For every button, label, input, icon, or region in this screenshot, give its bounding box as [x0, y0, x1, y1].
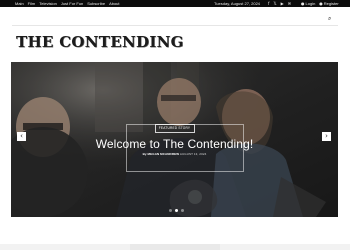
site-logo[interactable]: THE CONTENDING: [16, 33, 184, 51]
hero-title[interactable]: Welcome to The Contending!: [11, 137, 338, 151]
chevron-right-icon[interactable]: ›: [322, 132, 331, 141]
chevron-left-icon[interactable]: ‹: [17, 132, 26, 141]
social-links: f 𝕏 ▶ ✉: [268, 0, 291, 7]
nav-item-main[interactable]: Main: [15, 0, 24, 7]
facebook-icon[interactable]: f: [268, 0, 269, 7]
header-toolbar: ⌕: [0, 7, 350, 25]
carousel-dots: [169, 209, 184, 212]
header-divider: [12, 25, 338, 26]
register-label: Register: [323, 1, 339, 6]
nav-item-television[interactable]: Television: [39, 0, 57, 7]
nav-item-subscribe[interactable]: Subscribe: [87, 0, 105, 7]
nav-item-about[interactable]: About: [109, 0, 119, 7]
carousel-dot-3[interactable]: [181, 209, 184, 212]
current-date: Tuesday, August 27, 2024: [214, 1, 261, 6]
carousel-dot-2[interactable]: [175, 209, 178, 212]
featured-slider[interactable]: FEATURED STORY Welcome to The Contending…: [11, 62, 338, 217]
mail-icon[interactable]: ✉: [288, 0, 291, 7]
login-link[interactable]: ●Login: [301, 0, 315, 7]
hero-date: AUGUST 13, 2024: [179, 152, 207, 156]
login-icon: ●: [301, 1, 305, 6]
account-links: ●Login ●Register: [301, 0, 339, 7]
hero-meta: By MEGAN MCANDREW AUGUST 13, 2024: [11, 152, 338, 156]
nav-item-film[interactable]: Film: [28, 0, 36, 7]
x-icon[interactable]: 𝕏: [273, 0, 276, 7]
featured-tag[interactable]: FEATURED STORY: [154, 124, 195, 133]
login-label: Login: [305, 1, 316, 6]
youtube-icon[interactable]: ▶: [281, 0, 284, 7]
register-link[interactable]: ●Register: [319, 0, 338, 7]
carousel-dot-1[interactable]: [169, 209, 172, 212]
hero-author[interactable]: By MEGAN MCANDREW: [143, 152, 180, 156]
register-icon: ●: [319, 1, 323, 6]
page-bottom: [0, 244, 350, 250]
search-icon[interactable]: ⌕: [328, 15, 331, 23]
bottom-strip: [130, 244, 220, 250]
nav-item-just-for-fun[interactable]: Just For Fun: [61, 0, 83, 7]
top-bar: Main Film Television Just For Fun Subscr…: [0, 0, 350, 7]
top-nav: Main Film Television Just For Fun Subscr…: [15, 0, 120, 7]
